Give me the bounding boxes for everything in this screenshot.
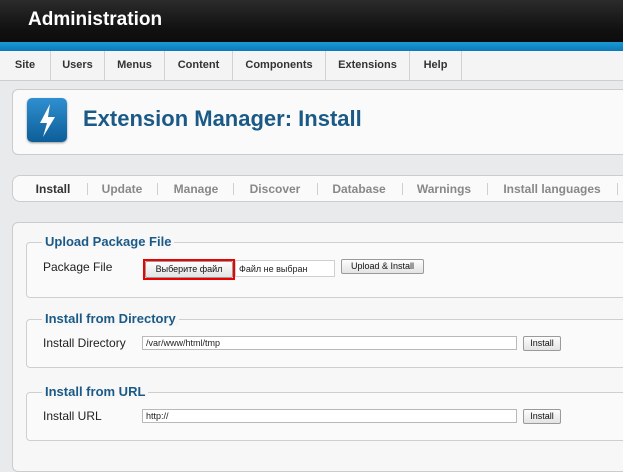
tab-divider [617, 183, 618, 195]
url-legend: Install from URL [42, 384, 149, 399]
package-file-label: Package File [43, 260, 113, 274]
tab-divider [487, 183, 488, 195]
header-accent-bar [0, 42, 623, 51]
upload-legend: Upload Package File [42, 234, 175, 249]
page-title: Extension Manager: Install [83, 106, 362, 131]
tab-divider [87, 183, 88, 195]
install-directory-input[interactable] [142, 336, 517, 350]
install-url-label: Install URL [43, 409, 102, 423]
menu-item-users[interactable]: Users [51, 51, 105, 80]
tab-update[interactable]: Update [96, 182, 148, 196]
file-status-text: Файл не выбран [235, 260, 335, 277]
tab-manage[interactable]: Manage [167, 182, 225, 196]
extension-lightning-icon [27, 98, 67, 142]
install-url-input[interactable] [142, 409, 517, 423]
tab-divider [402, 183, 403, 195]
main-menu: Site Users Menus Content Components Exte… [0, 51, 623, 81]
tab-divider [317, 183, 318, 195]
tab-warnings[interactable]: Warnings [411, 182, 477, 196]
install-directory-label: Install Directory [43, 336, 126, 350]
tab-divider [157, 183, 158, 195]
admin-header: Administration [0, 0, 623, 42]
menu-item-extensions[interactable]: Extensions [326, 51, 410, 80]
install-directory-button[interactable]: Install [523, 336, 561, 351]
menu-item-content[interactable]: Content [165, 51, 233, 80]
tab-database[interactable]: Database [326, 182, 392, 196]
menu-item-menus[interactable]: Menus [105, 51, 165, 80]
install-url-button[interactable]: Install [523, 409, 561, 424]
tab-divider [233, 183, 234, 195]
menu-item-components[interactable]: Components [233, 51, 326, 80]
tab-install-languages[interactable]: Install languages [496, 182, 608, 196]
tab-install[interactable]: Install [28, 182, 78, 196]
menu-item-site[interactable]: Site [0, 51, 51, 80]
admin-title: Administration [28, 9, 163, 30]
directory-legend: Install from Directory [42, 311, 179, 326]
upload-install-button[interactable]: Upload & Install [341, 259, 424, 274]
menu-item-help[interactable]: Help [410, 51, 462, 80]
tab-discover[interactable]: Discover [243, 182, 307, 196]
choose-file-button[interactable]: Выберите файл [145, 261, 233, 278]
